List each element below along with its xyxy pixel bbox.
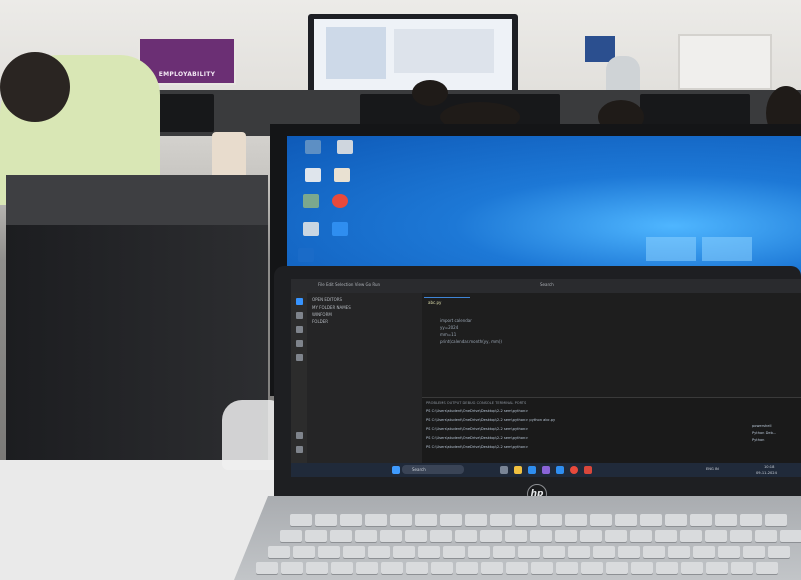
key-row: [256, 562, 778, 574]
recycle-bin-icon[interactable]: [303, 194, 319, 208]
terminal-list-item[interactable]: Python: [752, 438, 764, 442]
menu-selection[interactable]: Selection: [335, 282, 353, 287]
tray-date[interactable]: 09-11-2024: [756, 471, 777, 475]
edge-icon[interactable]: [528, 466, 536, 474]
terminal-list-item[interactable]: Python Deb...: [752, 431, 776, 435]
tree-item[interactable]: MY FOLDER NAMES: [312, 305, 351, 310]
store-icon[interactable]: [542, 466, 550, 474]
taskbar-search[interactable]: Search: [402, 465, 464, 474]
vscode-icon[interactable]: [332, 222, 348, 236]
task-view-icon[interactable]: [500, 466, 508, 474]
terminal-line: PS C:\Users\student\OneDrive\Desktop\2-2…: [426, 427, 529, 431]
key-row: [268, 546, 790, 558]
app-icon[interactable]: [298, 248, 314, 262]
run-debug-icon[interactable]: [296, 340, 303, 347]
projector-display: [308, 14, 518, 96]
projector-panel: [326, 27, 386, 79]
editor-tab[interactable]: abc.py: [424, 297, 470, 307]
student-head: [412, 80, 448, 106]
key-row: [280, 530, 801, 542]
terminal-line: PS C:\Users\student\OneDrive\Desktop\2-2…: [426, 436, 529, 440]
key-row: [290, 514, 787, 526]
menu-go[interactable]: Go: [366, 282, 372, 287]
menu-file[interactable]: File: [318, 282, 325, 287]
code-line: yy=2024: [440, 325, 459, 330]
file-explorer-icon[interactable]: [514, 466, 522, 474]
code-line: mm=11: [440, 332, 457, 337]
explorer-icon[interactable]: [296, 298, 303, 305]
panel-tabs[interactable]: PROBLEMS OUTPUT DEBUG CONSOLE TERMINAL P…: [426, 401, 526, 405]
cpu-tower-top: [6, 175, 268, 225]
student-left-head: [0, 52, 70, 122]
start-icon[interactable]: [392, 466, 400, 474]
menu-view[interactable]: View: [355, 282, 365, 287]
tray-language[interactable]: ENG IN: [706, 467, 719, 471]
source-control-icon[interactable]: [296, 326, 303, 333]
terminal-line: PS C:\Users\student\OneDrive\Desktop\2-2…: [426, 445, 529, 449]
projector-screen: [314, 19, 512, 90]
terminal-line: PS C:\Users\student\OneDrive\Desktop\2-2…: [426, 418, 556, 422]
extensions-icon[interactable]: [296, 354, 303, 361]
whiteboard: [678, 34, 772, 90]
water-bottle: [212, 132, 246, 180]
folder-icon[interactable]: [303, 222, 319, 236]
folder-icon[interactable]: [334, 168, 350, 182]
chrome-icon[interactable]: [332, 194, 348, 208]
gear-icon[interactable]: [296, 446, 303, 453]
terminal-list-item[interactable]: powershell: [752, 424, 771, 428]
tree-item[interactable]: OPEN EDITORS: [312, 297, 342, 302]
code-line: import calendar: [440, 318, 472, 323]
plastic-bag: [222, 400, 280, 470]
code-line: print(calendar.month(yy, mm)): [440, 339, 502, 344]
terminal-line: PS C:\Users\student\OneDrive\Desktop\2-2…: [426, 409, 529, 413]
vscode-icon[interactable]: [556, 466, 564, 474]
tree-item[interactable]: WINFORM: [312, 312, 332, 317]
app-icon[interactable]: [584, 466, 592, 474]
account-icon[interactable]: [296, 432, 303, 439]
vscode-menu[interactable]: File Edit Selection View Go Run: [318, 282, 380, 287]
projector-panel-secondary: [394, 29, 494, 73]
menu-run[interactable]: Run: [372, 282, 380, 287]
tree-item[interactable]: FOLDER: [312, 319, 328, 324]
folder-icon[interactable]: [305, 140, 321, 154]
code-editor[interactable]: [422, 293, 801, 397]
command-search[interactable]: Search: [540, 282, 554, 287]
classroom-scene: EMPLOYABILITY File Edit Selection View G…: [0, 0, 801, 580]
folder-icon[interactable]: [305, 168, 321, 182]
folder-icon[interactable]: [337, 140, 353, 154]
search-icon[interactable]: [296, 312, 303, 319]
chrome-icon[interactable]: [570, 466, 578, 474]
tray-time[interactable]: 10:18: [764, 465, 774, 469]
menu-edit[interactable]: Edit: [326, 282, 334, 287]
